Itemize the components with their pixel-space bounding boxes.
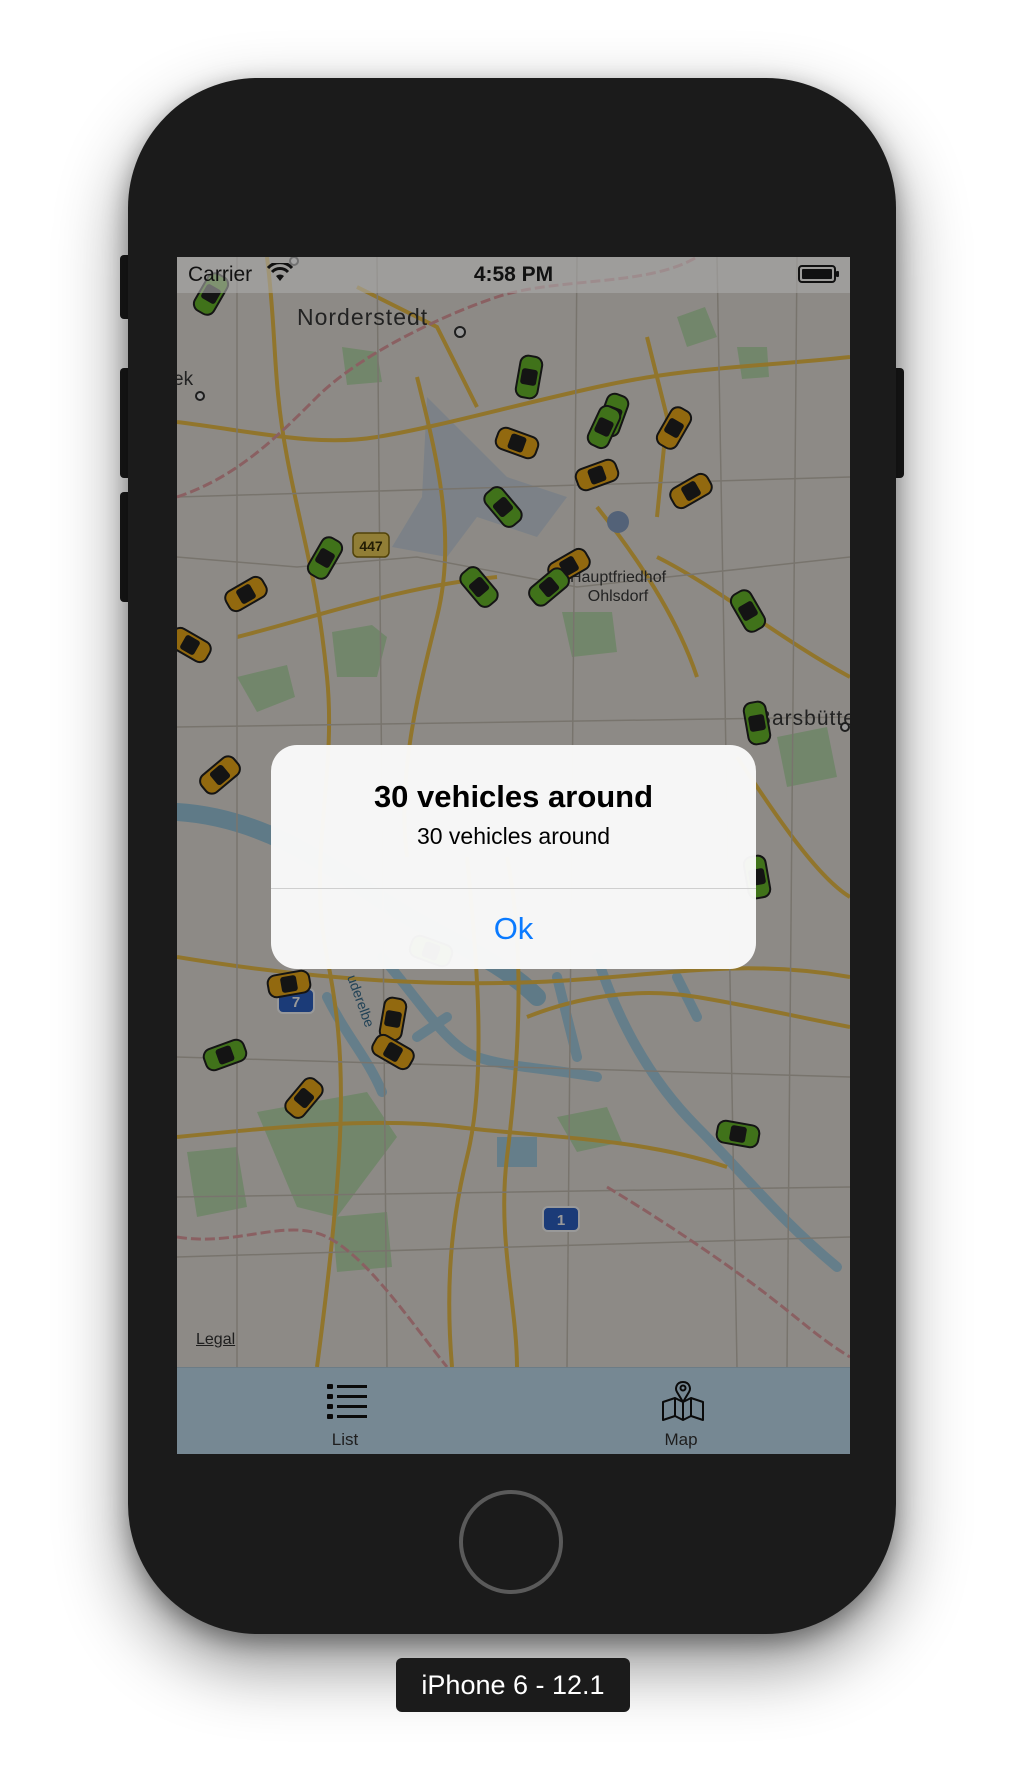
alert-message: 30 vehicles around [416,823,611,849]
alert-dialog: 30 vehicles around 30 vehicles around Ok [271,745,756,969]
alert-ok-button[interactable]: Ok [271,889,756,969]
status-bar: Carrier 4:58 PM [177,257,850,293]
alert-title: 30 vehicles around [373,779,654,814]
screen: 447 7 1 Norderstedt ek Hauptfriedhof Ohl… [177,257,850,1454]
clock-time: 4:58 PM [473,263,554,286]
device-label: iPhone 6 - 12.1 [396,1658,630,1712]
battery-icon [798,265,839,283]
home-button[interactable] [459,1490,563,1594]
